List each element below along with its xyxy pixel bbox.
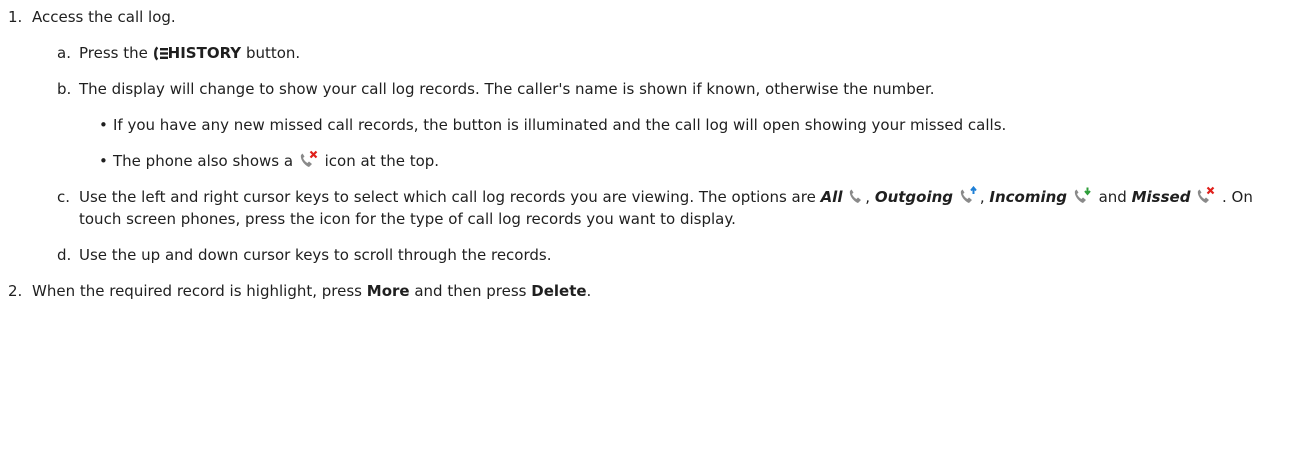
substep-text-pre: Use the left and right cursor keys to se… [79, 188, 816, 206]
separator: , [979, 188, 985, 206]
more-label: More [366, 282, 410, 300]
substep-text-post: button. [245, 44, 301, 62]
substep-text: Use the up and down cursor keys to scrol… [79, 246, 552, 264]
bullet-text-pre: The phone also shows a [113, 152, 294, 170]
substep-c: c. Use the left and right cursor keys to… [0, 186, 1298, 230]
bullet-text-post: icon at the top. [324, 152, 440, 170]
bullet-dot: • [99, 116, 108, 134]
step-text-post: . [586, 282, 592, 300]
separator: , [865, 188, 871, 206]
substep-letter: b. [57, 80, 72, 98]
substep-b: b. The display will change to show your … [0, 78, 1298, 100]
bullet-missed-records: • If you have any new missed call record… [0, 114, 1298, 136]
delete-label: Delete [531, 282, 587, 300]
substep-text: The display will change to show your cal… [79, 80, 935, 98]
substep-text-pre: Press the [79, 44, 148, 62]
option-outgoing: Outgoing [874, 188, 954, 206]
step-number: 1. [8, 8, 23, 26]
step-text: Access the call log. [32, 8, 176, 26]
and-word: and [1098, 188, 1127, 206]
step-text-mid: and then press [414, 282, 527, 300]
step-2: 2. When the required record is highlight… [0, 280, 1298, 302]
substep-a: a. Press the HISTORY button. [0, 42, 1298, 64]
all-calls-icon [847, 187, 865, 205]
step-1: 1. Access the call log. [0, 6, 1298, 28]
bullet-dot: • [99, 152, 108, 170]
substep-d: d. Use the up and down cursor keys to sc… [0, 244, 1298, 266]
option-incoming: Incoming [989, 188, 1068, 206]
step-text-pre: When the required record is highlight, p… [32, 282, 362, 300]
option-all: All [820, 188, 843, 206]
substep-letter: a. [57, 44, 71, 62]
step-number: 2. [8, 282, 23, 300]
incoming-call-icon [1072, 186, 1094, 205]
outgoing-call-icon [958, 186, 980, 205]
instructions: 1. Access the call log. a. Press the HIS… [0, 0, 1298, 302]
substep-letter: d. [57, 246, 72, 264]
bullet-text: If you have any new missed call records,… [113, 116, 1007, 134]
missed-call-icon [298, 150, 320, 169]
bullet-phone-icon: • The phone also shows a icon at the top… [0, 150, 1298, 172]
option-missed: Missed [1131, 188, 1191, 206]
missed-call-icon [1195, 186, 1217, 205]
history-list-icon [153, 46, 168, 61]
substep-letter: c. [57, 188, 71, 206]
history-button-label: HISTORY [167, 44, 242, 62]
